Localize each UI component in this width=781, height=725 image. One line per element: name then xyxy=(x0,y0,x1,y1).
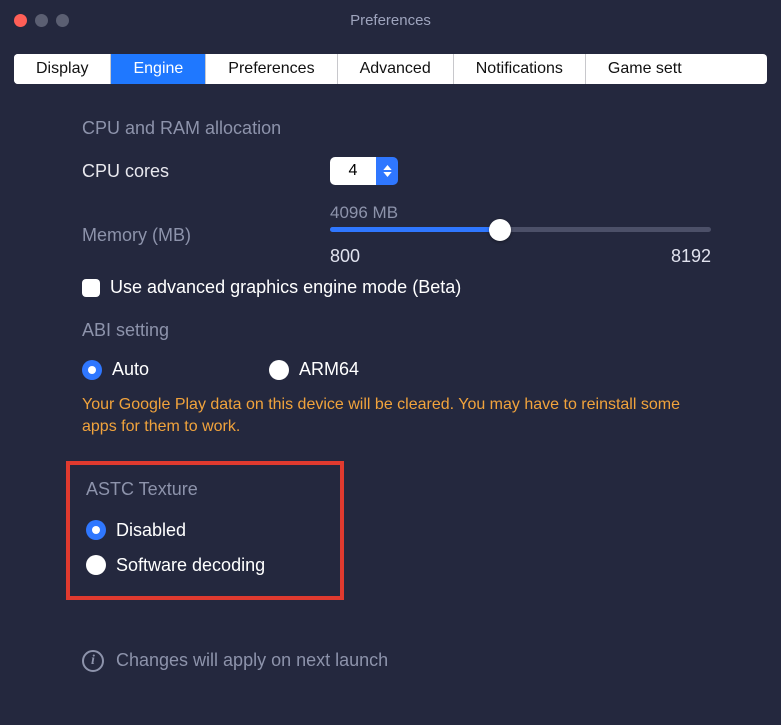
memory-value: 4096 MB xyxy=(330,203,711,223)
chevron-down-icon xyxy=(376,172,398,178)
astc-disabled-label: Disabled xyxy=(116,520,186,541)
astc-sw-option[interactable]: Software decoding xyxy=(86,555,270,576)
close-window-button[interactable] xyxy=(14,14,27,27)
titlebar: Preferences xyxy=(0,0,781,40)
abi-auto-radio[interactable] xyxy=(82,360,102,380)
info-row: i Changes will apply on next launch xyxy=(82,650,721,672)
info-text: Changes will apply on next launch xyxy=(116,650,388,671)
astc-options: Disabled Software decoding xyxy=(86,520,270,576)
memory-thumb[interactable] xyxy=(489,219,511,241)
abi-auto-option[interactable]: Auto xyxy=(82,359,149,380)
memory-row: Memory (MB) 4096 MB 800 8192 xyxy=(82,203,721,267)
tab-engine[interactable]: Engine xyxy=(111,54,206,84)
astc-highlight: ASTC Texture Disabled Software decoding xyxy=(66,461,344,600)
abi-options: Auto ARM64 xyxy=(82,359,721,380)
adv-gfx-label: Use advanced graphics engine mode (Beta) xyxy=(110,277,461,298)
abi-heading: ABI setting xyxy=(82,320,721,341)
adv-gfx-row[interactable]: Use advanced graphics engine mode (Beta) xyxy=(82,277,721,298)
adv-gfx-checkbox[interactable] xyxy=(82,279,100,297)
cpu-cores-select[interactable]: 4 xyxy=(330,157,398,185)
window-title: Preferences xyxy=(0,12,781,29)
memory-track[interactable] xyxy=(330,227,711,232)
memory-label: Memory (MB) xyxy=(82,203,330,246)
tab-preferences[interactable]: Preferences xyxy=(206,54,337,84)
maximize-window-button[interactable] xyxy=(56,14,69,27)
tab-advanced[interactable]: Advanced xyxy=(338,54,454,84)
cpu-cores-label: CPU cores xyxy=(82,161,330,182)
tab-notifications[interactable]: Notifications xyxy=(454,54,586,84)
memory-min: 800 xyxy=(330,246,360,267)
astc-sw-label: Software decoding xyxy=(116,555,265,576)
chevron-up-icon xyxy=(376,165,398,171)
memory-fill xyxy=(330,227,500,232)
abi-section: ABI setting Auto ARM64 Your Google Play … xyxy=(82,320,721,439)
cpu-cores-stepper[interactable] xyxy=(376,157,398,185)
memory-scale: 800 8192 xyxy=(330,246,711,267)
tab-display[interactable]: Display xyxy=(14,54,111,84)
memory-slider[interactable]: 4096 MB 800 8192 xyxy=(330,203,721,267)
abi-arm64-option[interactable]: ARM64 xyxy=(269,359,359,380)
cpu-cores-row: CPU cores 4 xyxy=(82,157,721,185)
astc-sw-radio[interactable] xyxy=(86,555,106,575)
tab-game-settings[interactable]: Game sett xyxy=(586,54,704,84)
cpu-ram-heading: CPU and RAM allocation xyxy=(82,118,721,139)
abi-warning: Your Google Play data on this device wil… xyxy=(82,394,682,439)
abi-arm64-label: ARM64 xyxy=(299,359,359,380)
minimize-window-button[interactable] xyxy=(35,14,48,27)
abi-auto-label: Auto xyxy=(112,359,149,380)
astc-heading: ASTC Texture xyxy=(86,479,270,500)
cpu-cores-value: 4 xyxy=(330,157,376,185)
abi-arm64-radio[interactable] xyxy=(269,360,289,380)
info-icon: i xyxy=(82,650,104,672)
tab-bar: Display Engine Preferences Advanced Noti… xyxy=(14,54,767,84)
traffic-lights xyxy=(14,14,69,27)
memory-max: 8192 xyxy=(671,246,711,267)
engine-panel: CPU and RAM allocation CPU cores 4 Memor… xyxy=(0,84,781,672)
cpu-ram-section: CPU and RAM allocation CPU cores 4 Memor… xyxy=(82,118,721,298)
astc-disabled-radio[interactable] xyxy=(86,520,106,540)
astc-disabled-option[interactable]: Disabled xyxy=(86,520,270,541)
